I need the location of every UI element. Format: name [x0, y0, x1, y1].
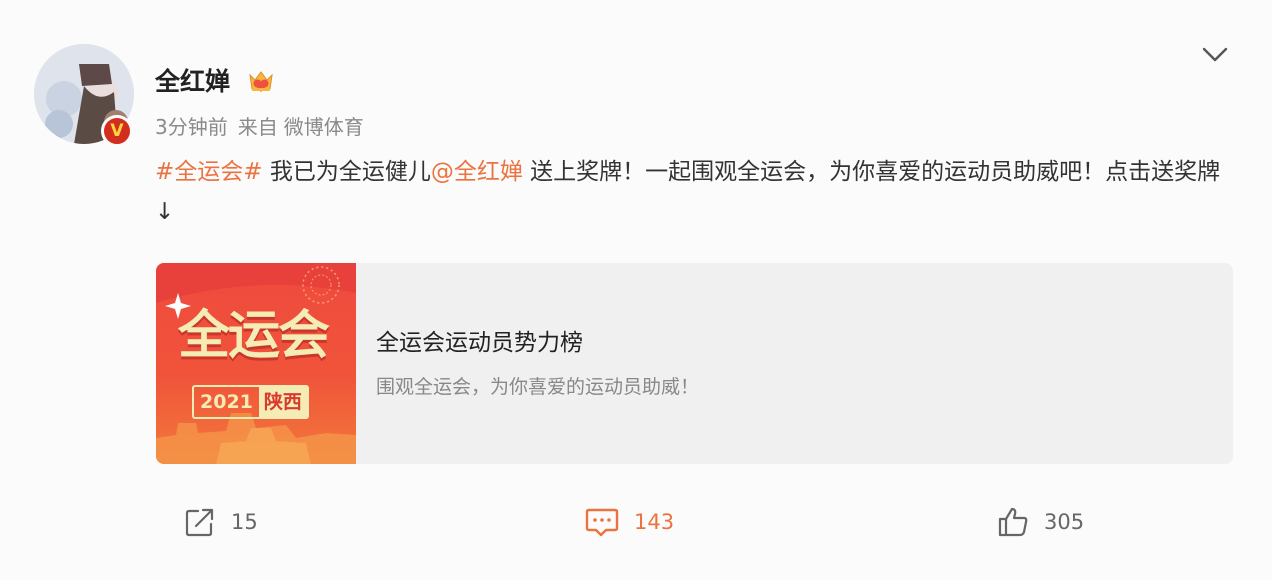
card-title[interactable]: 全运会运动员势力榜 — [376, 327, 583, 359]
post-meta: 3分钟前 来自 微博体育 — [155, 113, 364, 141]
thumbnail-place: 陕西 — [258, 387, 307, 417]
mention-link[interactable]: @全红婵 — [431, 159, 523, 185]
comment-count: 143 — [634, 510, 675, 534]
share-icon — [185, 508, 214, 537]
share-button[interactable]: 15 — [183, 502, 258, 542]
content-text-1: 我已为全运健儿 — [262, 159, 431, 185]
thumbnail-year: 2021 — [200, 391, 253, 413]
post-content: #全运会# 我已为全运健儿@全红婵 送上奖牌！一起围观全运会，为你喜爱的运动员助… — [155, 152, 1235, 232]
username[interactable]: 全红婵 — [155, 66, 230, 98]
card-description: 围观全运会，为你喜爱的运动员助威！ — [376, 376, 700, 398]
card-thumbnail: 全运会 2021 陕西 — [156, 263, 356, 464]
verified-badge-icon: V — [101, 115, 133, 147]
thumbs-up-icon — [998, 507, 1028, 537]
comment-button[interactable]: 143 — [584, 502, 674, 542]
post-time[interactable]: 3分钟前 — [155, 115, 228, 139]
like-count: 305 — [1044, 510, 1085, 534]
thumbnail-title: 全运会 — [178, 306, 330, 366]
hashtag-link[interactable]: #全运会# — [155, 159, 263, 185]
weibo-post: V 全红婵 3分钟前 来自 微博体育 #全运会# 我已为全运健儿@全红婵 送上奖牌！… — [0, 0, 1272, 580]
post-source[interactable]: 微博体育 — [284, 115, 364, 139]
like-button[interactable]: 305 — [996, 502, 1084, 542]
chevron-down-icon[interactable] — [1200, 40, 1230, 70]
link-card[interactable]: 全运会 2021 陕西 全运会运动员势力榜 围观全运会，为你喜爱的运动员助威！ — [156, 263, 1233, 464]
comment-icon — [585, 508, 619, 537]
thumbnail-year-box: 2021 陕西 — [192, 385, 309, 419]
share-count: 15 — [231, 510, 258, 534]
source-prefix: 来自 — [237, 115, 278, 139]
crown-icon — [249, 71, 273, 92]
